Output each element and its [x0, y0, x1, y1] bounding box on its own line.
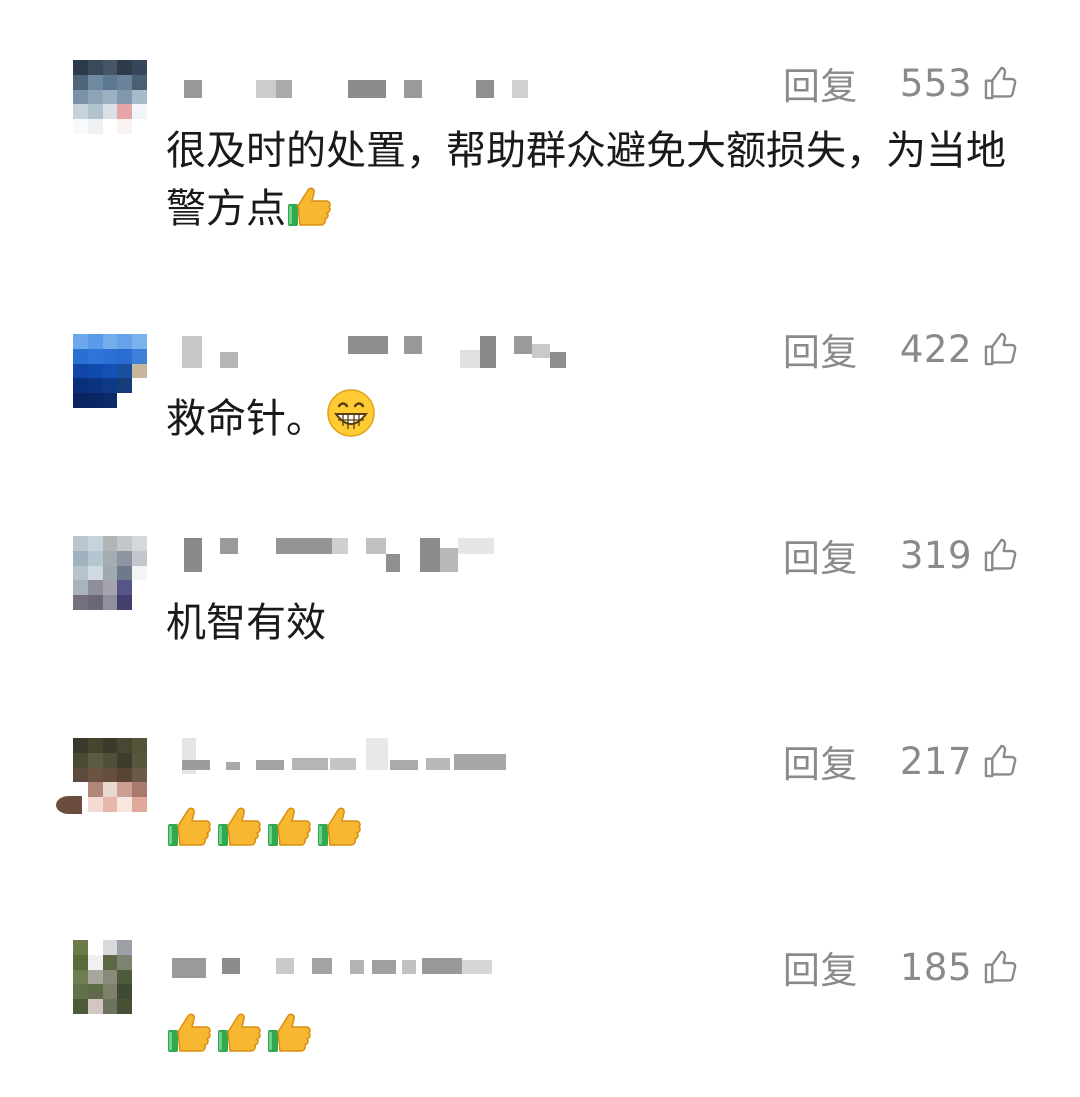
- thumbs-up-emoji: [286, 186, 332, 228]
- avatar[interactable]: [73, 940, 147, 1014]
- comment-text: 救命针。: [166, 388, 1006, 448]
- reply-button[interactable]: 回复: [783, 322, 858, 376]
- comment-actions: 回复 553: [783, 56, 1020, 110]
- like-count: 185: [899, 945, 972, 989]
- comment-actions: 回复 217: [783, 734, 1020, 788]
- comment-text: [166, 1006, 1006, 1064]
- avatar[interactable]: [73, 334, 147, 408]
- like-count: 319: [899, 533, 972, 577]
- username-obscured[interactable]: [170, 738, 550, 782]
- comment-text: 很及时的处置，帮助群众避免大额损失，为当地警方点: [166, 122, 1006, 238]
- thumbs-up-emoji: [166, 806, 212, 848]
- like-icon[interactable]: [982, 742, 1020, 780]
- comment-body: 救命针。: [166, 396, 326, 442]
- thumbs-up-emoji: [266, 1012, 312, 1054]
- like-icon[interactable]: [982, 536, 1020, 574]
- reply-button[interactable]: 回复: [783, 940, 858, 994]
- comment-actions: 回复 422: [783, 322, 1020, 376]
- like-icon[interactable]: [982, 330, 1020, 368]
- avatar-pointer: [56, 796, 82, 814]
- avatar[interactable]: [73, 536, 147, 610]
- like-count: 422: [899, 327, 972, 371]
- reply-button[interactable]: 回复: [783, 56, 858, 110]
- thumbs-up-emoji: [266, 806, 312, 848]
- thumbs-up-emoji: [166, 1012, 212, 1054]
- username-obscured[interactable]: [170, 538, 510, 582]
- comment-actions: 回复 185: [783, 940, 1020, 994]
- like-icon[interactable]: [982, 948, 1020, 986]
- username-obscured[interactable]: [170, 336, 590, 380]
- avatar[interactable]: [73, 738, 147, 812]
- reply-button[interactable]: 回复: [783, 734, 858, 788]
- reply-button[interactable]: 回复: [783, 528, 858, 582]
- comment-actions: 回复 319: [783, 528, 1020, 582]
- comment-text: [166, 800, 1006, 858]
- like-count: 217: [899, 739, 972, 783]
- thumbs-up-emoji: [216, 806, 262, 848]
- grinning-face-emoji: [326, 388, 376, 438]
- thumbs-up-emoji: [216, 1012, 262, 1054]
- comment-text: 机智有效: [166, 594, 1006, 652]
- comment-body: 机智有效: [166, 600, 326, 646]
- thumbs-up-emoji: [316, 806, 362, 848]
- avatar[interactable]: [73, 60, 147, 134]
- like-icon[interactable]: [982, 64, 1020, 102]
- username-obscured[interactable]: [170, 942, 530, 986]
- username-obscured[interactable]: [170, 70, 550, 114]
- like-count: 553: [899, 61, 972, 105]
